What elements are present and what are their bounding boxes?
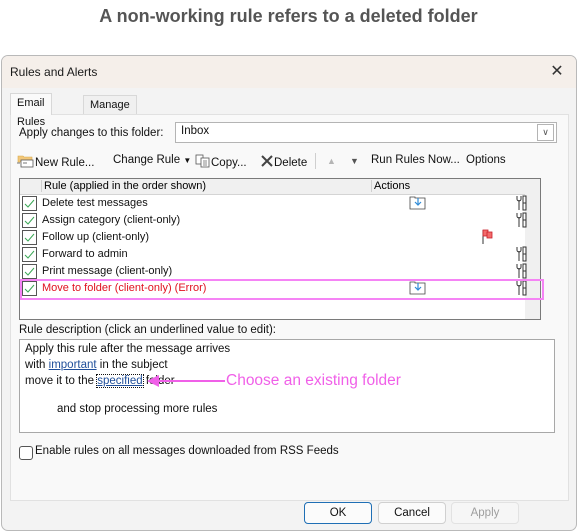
email-rules-panel: Apply changes to this folder: Inbox ∨ Ne…	[10, 114, 569, 501]
new-rule-label: New Rule...	[35, 157, 95, 169]
rule-name: Delete test messages	[42, 197, 148, 209]
apply-button[interactable]: Apply	[451, 502, 519, 524]
description-text: move it to the	[25, 375, 98, 387]
rules-list: Rule (applied in the order shown) Action…	[19, 178, 544, 320]
change-rule-label: Change Rule	[113, 154, 181, 166]
description-text: Apply this rule after the message arrive…	[25, 343, 231, 355]
rule-row[interactable]: Forward to admin	[20, 246, 527, 263]
checkmark-icon	[24, 250, 35, 259]
rule-name: Assign category (client-only)	[42, 214, 181, 226]
copy-button[interactable]: Copy...	[195, 154, 247, 169]
rule-checkbox[interactable]	[22, 196, 37, 211]
checkmark-icon	[24, 233, 35, 242]
checkmark-icon	[24, 199, 35, 208]
toolbar-separator	[315, 153, 316, 169]
window-title: Rules and Alerts	[10, 65, 98, 79]
ok-button[interactable]: OK	[304, 502, 372, 524]
tab-manage-alerts[interactable]: Manage Alerts	[83, 95, 137, 130]
delete-button[interactable]: Delete	[260, 154, 307, 169]
rules-list-header: Rule (applied in the order shown) Action…	[20, 179, 525, 195]
rule-row-error[interactable]: Move to folder (client-only) (Error)	[20, 279, 544, 300]
move-up-icon[interactable]: ▲	[327, 156, 336, 166]
rule-name: Follow up (client-only)	[42, 231, 149, 243]
rule-description-label: Rule description (click an underlined va…	[19, 324, 276, 336]
dropdown-arrow-icon: ▼	[183, 156, 192, 165]
rule-name: Forward to admin	[42, 248, 128, 260]
description-text: with	[25, 359, 49, 371]
options-button[interactable]: Options	[466, 154, 506, 166]
new-rule-icon	[17, 155, 34, 168]
cancel-button[interactable]: Cancel	[378, 502, 446, 524]
rss-checkbox-box[interactable]	[19, 446, 33, 460]
run-rules-now-button[interactable]: Run Rules Now...	[371, 154, 460, 166]
delete-label: Delete	[274, 157, 308, 169]
move-down-icon[interactable]: ▼	[350, 156, 359, 166]
rule-checkbox[interactable]	[22, 230, 37, 245]
move-to-folder-icon	[409, 195, 427, 213]
folder-select-value: Inbox	[181, 125, 210, 137]
column-header-actions[interactable]: Actions	[371, 180, 410, 192]
rule-name: Move to folder (client-only) (Error)	[42, 282, 207, 294]
description-text: in the subject	[96, 359, 168, 371]
description-text: and stop processing more rules	[50, 403, 218, 415]
rule-checkbox[interactable]	[22, 247, 37, 262]
change-rule-button[interactable]: Change Rule ▼	[113, 154, 191, 166]
headline: A non-working rule refers to a deleted f…	[99, 6, 478, 26]
rules-toolbar: New Rule... Change Rule ▼ Copy... Delete	[17, 151, 557, 171]
column-header-rule[interactable]: Rule (applied in the order shown)	[41, 180, 206, 192]
tab-email-rules[interactable]: Email Rules	[10, 93, 53, 128]
copy-label: Copy...	[211, 157, 247, 169]
new-rule-button[interactable]: New Rule...	[17, 154, 94, 169]
rss-checkbox-label: Enable rules on all messages downloaded …	[35, 445, 339, 457]
description-line: Apply this rule after the message arrive…	[25, 343, 230, 355]
rule-checkbox[interactable]	[22, 213, 37, 228]
rule-row[interactable]: Follow up (client-only)	[20, 229, 525, 246]
rule-row[interactable]: Print message (client-only)	[20, 263, 527, 280]
annotation-arrow-icon	[147, 375, 225, 387]
copy-icon	[195, 154, 210, 168]
rule-row[interactable]: Delete test messages	[20, 195, 527, 213]
close-icon[interactable]: ✕	[546, 61, 568, 83]
checkmark-icon	[24, 284, 35, 293]
description-line: and stop processing more rules	[25, 391, 217, 427]
rule-checkbox[interactable]	[22, 264, 37, 279]
rule-row[interactable]: Assign category (client-only)	[20, 212, 527, 229]
important-link[interactable]: important	[49, 359, 97, 371]
annotation-text: Choose an existing folder	[226, 372, 401, 389]
rules-and-alerts-dialog: Rules and Alerts ✕ Email Rules Manage Al…	[1, 55, 577, 531]
description-line: with important in the subject	[25, 359, 168, 371]
specified-folder-link[interactable]: specified	[96, 374, 144, 388]
folder-select[interactable]: Inbox ∨	[175, 122, 557, 143]
chevron-down-icon[interactable]: ∨	[537, 124, 554, 141]
rule-checkbox[interactable]	[22, 281, 37, 296]
rule-name: Print message (client-only)	[42, 265, 173, 277]
wrench-icon	[516, 280, 528, 299]
checkmark-icon	[24, 216, 35, 225]
checkmark-icon	[24, 267, 35, 276]
title-bar: Rules and Alerts ✕	[2, 56, 576, 88]
move-to-folder-icon	[409, 280, 427, 298]
delete-x-icon	[261, 155, 273, 167]
